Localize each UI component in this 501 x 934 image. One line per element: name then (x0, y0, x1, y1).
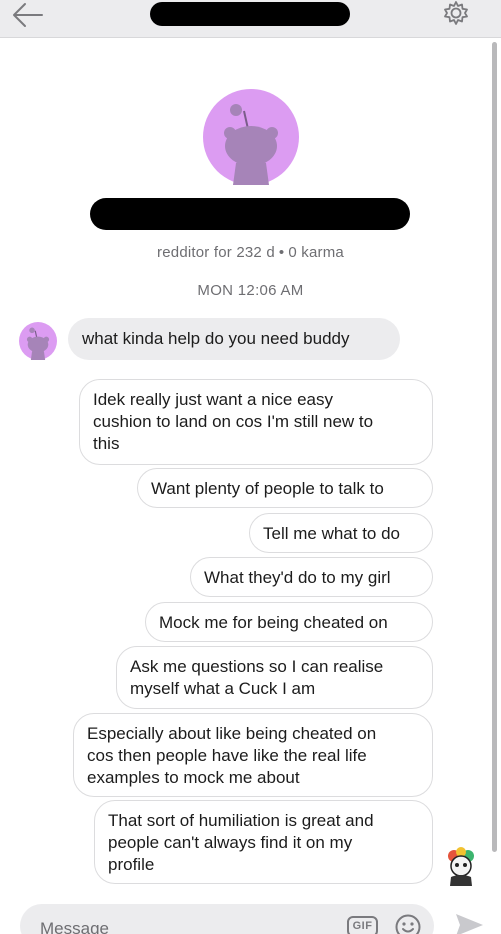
account-age: redditor for 232 d (157, 244, 275, 261)
meta-separator: • (278, 244, 285, 261)
message-timestamp: MON 12:06 AM (197, 282, 304, 299)
send-icon (456, 914, 483, 934)
message-bubble-incoming[interactable]: what kinda help do you need buddy (68, 318, 400, 360)
gear-icon (444, 1, 468, 25)
back-button[interactable] (10, 2, 46, 32)
scrollbar[interactable] (492, 42, 497, 852)
message-input[interactable] (40, 918, 340, 934)
arrow-left-icon (13, 3, 43, 27)
redacted-display-name (90, 198, 410, 230)
snoo-avatar-icon (19, 322, 57, 360)
message-bubble-outgoing[interactable]: Idek really just want a nice easy cushio… (79, 379, 433, 465)
message-bubble-outgoing[interactable]: What they'd do to my girl (190, 557, 433, 597)
gif-button[interactable]: GIF (347, 916, 378, 934)
karma-count: 0 karma (288, 244, 344, 261)
redacted-username (150, 2, 350, 26)
message-bubble-outgoing[interactable]: Tell me what to do (249, 513, 433, 553)
message-bubble-outgoing[interactable]: Want plenty of people to talk to (137, 468, 433, 508)
my-avatar[interactable] (442, 846, 480, 886)
profile-avatar[interactable] (203, 89, 299, 185)
user-avatar-icon (448, 847, 474, 886)
message-bubble-outgoing[interactable]: Ask me questions so I can realise myself… (116, 646, 433, 709)
smiley-icon (395, 914, 421, 934)
sender-avatar[interactable] (19, 322, 57, 360)
message-bubble-outgoing[interactable]: Especially about like being cheated on c… (73, 713, 433, 797)
message-composer: GIF (20, 904, 434, 934)
emoji-button[interactable] (394, 913, 422, 934)
profile-meta: redditor for 232 d • 0 karma (0, 244, 501, 261)
settings-button[interactable] (440, 0, 472, 30)
chat-header (0, 0, 501, 38)
message-bubble-outgoing[interactable]: Mock me for being cheated on (145, 602, 433, 642)
message-bubble-outgoing[interactable]: That sort of humiliation is great and pe… (94, 800, 433, 884)
snoo-avatar-icon (203, 89, 299, 185)
send-button[interactable] (452, 910, 486, 934)
